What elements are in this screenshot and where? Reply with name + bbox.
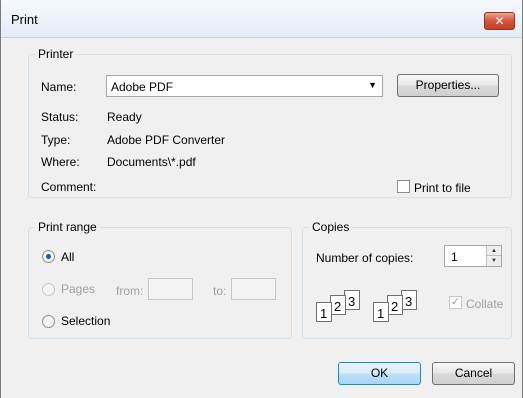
type-value: Adobe PDF Converter — [107, 133, 226, 147]
radio-pages-label[interactable]: Pages — [61, 282, 95, 296]
close-button[interactable]: ✕ — [484, 12, 515, 30]
ok-button[interactable]: OK — [338, 362, 421, 385]
close-icon: ✕ — [494, 14, 505, 28]
dialog-body: Printer Name: Adobe PDF ▼ Properties... … — [1, 39, 522, 398]
collate-page-3: 3 — [344, 290, 360, 310]
spin-down-icon[interactable]: ▼ — [487, 256, 501, 266]
print-to-file-checkbox[interactable] — [397, 180, 410, 193]
collate-page-3: 3 — [401, 290, 417, 310]
where-label: Where: — [41, 155, 80, 169]
print-dialog: Print ✕ Printer Name: Adobe PDF ▼ Proper… — [0, 0, 523, 398]
status-value: Ready — [107, 110, 142, 124]
to-label: to: — [213, 284, 227, 298]
type-label: Type: — [41, 133, 71, 147]
name-label: Name: — [41, 80, 77, 94]
radio-pages[interactable] — [42, 283, 55, 296]
number-of-copies-label: Number of copies: — [316, 251, 414, 265]
spin-up-icon[interactable]: ▲ — [487, 246, 501, 256]
copies-group-label: Copies — [312, 220, 350, 234]
printer-name-select[interactable]: Adobe PDF ▼ — [106, 75, 383, 97]
collate-page-2: 2 — [387, 295, 403, 315]
cancel-button-label: Cancel — [454, 366, 493, 380]
from-input[interactable] — [148, 278, 193, 300]
print-to-file-label[interactable]: Print to file — [414, 181, 471, 195]
printer-name-value: Adobe PDF — [111, 80, 174, 94]
copies-spinner[interactable]: 1 ▲ ▼ — [444, 245, 502, 267]
collate-label[interactable]: Collate — [466, 297, 503, 311]
radio-all-label[interactable]: All — [61, 250, 74, 264]
status-label: Status: — [41, 110, 79, 124]
print-range-group-label: Print range — [38, 220, 97, 234]
properties-button[interactable]: Properties... — [397, 74, 499, 97]
copies-value: 1 — [451, 250, 458, 264]
collate-checkbox[interactable]: ✓ — [449, 296, 462, 309]
printer-group: Printer — [28, 48, 512, 198]
collate-page-1: 1 — [373, 302, 389, 322]
cancel-button[interactable]: Cancel — [432, 362, 515, 385]
from-label: from: — [116, 284, 144, 298]
title-bar[interactable]: Print ✕ — [1, 0, 522, 38]
printer-group-label: Printer — [38, 47, 74, 61]
window-title: Print — [11, 12, 38, 27]
comment-label: Comment: — [41, 180, 97, 194]
radio-selected-dot — [46, 254, 51, 259]
radio-selection[interactable] — [42, 315, 55, 328]
where-value: Documents\*.pdf — [107, 155, 196, 169]
radio-selection-label[interactable]: Selection — [61, 314, 110, 328]
to-input[interactable] — [231, 278, 276, 300]
properties-button-label: Properties... — [415, 78, 481, 92]
dropdown-arrow-icon[interactable]: ▼ — [368, 80, 377, 90]
ok-button-label: OK — [370, 366, 389, 380]
collate-page-1: 1 — [316, 302, 332, 322]
collate-page-2: 2 — [330, 295, 346, 315]
collate-pages-icon: 3 2 1 — [316, 290, 380, 328]
spinner-buttons: ▲ ▼ — [486, 246, 501, 266]
collate-pages-icon: 3 2 1 — [373, 290, 437, 328]
radio-all[interactable] — [42, 250, 55, 263]
